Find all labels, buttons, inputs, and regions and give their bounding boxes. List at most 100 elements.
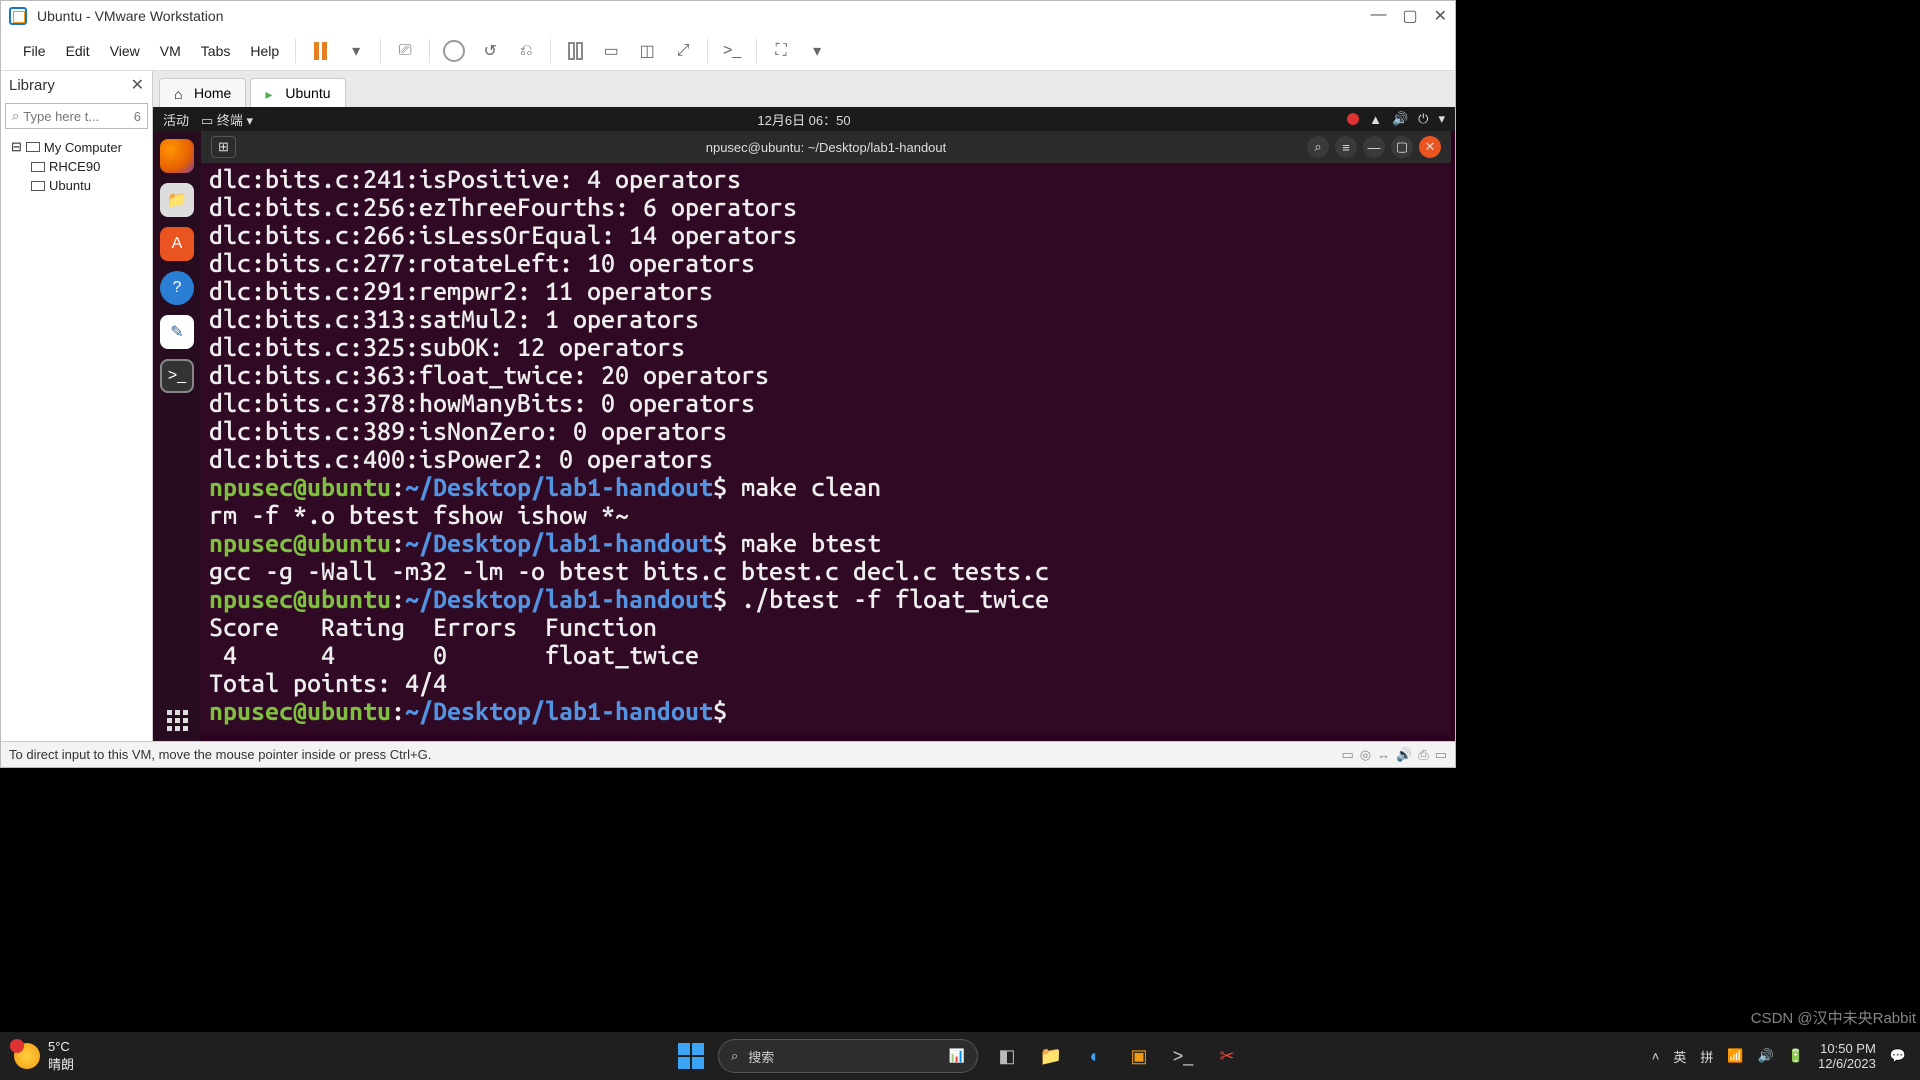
taskbar-taskview[interactable]: ◧ [992, 1041, 1022, 1071]
separator-icon [295, 39, 296, 63]
taskbar-search[interactable]: ⌕ 搜索 📊 [718, 1039, 978, 1073]
separator-icon [707, 39, 708, 63]
snapshot-revert-button[interactable]: ↺ [478, 39, 502, 63]
prompt-path: ~/Desktop/lab1-handout [405, 697, 713, 725]
terminal-maximize-button[interactable]: ▢ [1391, 136, 1413, 158]
dock-apps-grid[interactable] [167, 710, 188, 731]
vmware-titlebar: Ubuntu - VMware Workstation — ▢ ✕ [1, 1, 1455, 31]
taskbar-time: 10:50 PM [1818, 1041, 1876, 1056]
terminal-close-button[interactable]: ✕ [1419, 136, 1441, 158]
prompt-path: ~/Desktop/lab1-handout [405, 529, 713, 557]
dock-terminal[interactable]: >_ [160, 359, 194, 393]
dlc-line: dlc:bits.c:313:satMul2: 1 operators [209, 305, 699, 333]
taskbar-edge[interactable]: ◐ [1080, 1041, 1110, 1071]
device-display-icon[interactable]: ▭ [1435, 747, 1447, 763]
taskbar-search-placeholder: 搜索 [748, 1047, 774, 1066]
snapshot-button[interactable] [442, 39, 466, 63]
dock-files[interactable]: 📁 [160, 183, 194, 217]
cmd-prompt-button[interactable]: >_ [720, 39, 744, 63]
cmd1: make clean [741, 473, 881, 501]
tab-ubuntu-label: Ubuntu [285, 85, 330, 101]
menu-file[interactable]: File [13, 37, 56, 65]
minimize-icon[interactable]: — [1370, 6, 1386, 26]
dropdown-icon[interactable]: ▾ [805, 39, 829, 63]
notifications-icon[interactable]: 💬 [1890, 1048, 1906, 1064]
volume-icon[interactable]: 🔊 [1758, 1048, 1774, 1064]
maximize-icon[interactable]: ▢ [1402, 6, 1417, 26]
ime-method[interactable]: 拼 [1700, 1047, 1713, 1066]
tree-child-rhce90[interactable]: RHCE90 [7, 157, 146, 176]
taskbar-date: 12/6/2023 [1818, 1056, 1876, 1071]
send-ctrl-alt-del-button[interactable]: ⎚ [393, 39, 417, 63]
library-search[interactable]: ⌕ Type here t... 6 [5, 103, 148, 129]
menu-tabs[interactable]: Tabs [191, 37, 241, 65]
pause-button[interactable] [308, 39, 332, 63]
start-button[interactable] [678, 1043, 704, 1069]
gnome-activities[interactable]: 活动 [163, 110, 189, 129]
gnome-app-label[interactable]: 终端 [217, 113, 243, 128]
taskbar-terminal[interactable]: >_ [1168, 1041, 1198, 1071]
search-badge: 6 [134, 109, 141, 124]
out1: rm -f *.o btest fshow ishow *~ [209, 501, 629, 529]
device-sound-icon[interactable]: 🔊 [1396, 747, 1412, 763]
taskbar-weather[interactable]: 5°C 晴朗 [0, 1039, 88, 1073]
gnome-datetime[interactable]: 12月6日 06：50 [757, 110, 850, 129]
power-icon[interactable]: ⏻ [1418, 111, 1428, 127]
tray-chevron-icon[interactable]: ˄ [1652, 1049, 1660, 1064]
prompt-user: npusec@ubuntu [209, 585, 391, 613]
taskbar-snip[interactable]: ✂ [1212, 1041, 1242, 1071]
device-hdd-icon[interactable]: ▭ [1341, 747, 1353, 763]
taskbar-clock[interactable]: 10:50 PM 12/6/2023 [1818, 1041, 1876, 1071]
tree-root[interactable]: ⊟ My Computer [7, 137, 146, 157]
menu-edit[interactable]: Edit [56, 37, 100, 65]
device-net-icon[interactable]: ↔ [1377, 747, 1390, 763]
out2: gcc -g -Wall -m32 -lm -o btest bits.c bt… [209, 557, 1049, 585]
network-icon[interactable]: ▲ [1369, 112, 1382, 127]
chevron-down-icon[interactable]: ▾ [1438, 111, 1445, 127]
terminal-search-button[interactable]: ⌕ [1307, 136, 1329, 158]
window-title: Ubuntu - VMware Workstation [37, 8, 223, 24]
dlc-line: dlc:bits.c:400:isPower2: 0 operators [209, 445, 713, 473]
dropdown-icon[interactable]: ▾ [344, 39, 368, 63]
library-close-icon[interactable]: ✕ [131, 75, 144, 95]
dock-firefox[interactable] [160, 139, 194, 173]
gnome-topbar: 活动 ▭ 终端 ▾ 12月6日 06：50 ▲ 🔊 ⏻ ▾ [153, 107, 1455, 131]
vm-display[interactable]: 活动 ▭ 终端 ▾ 12月6日 06：50 ▲ 🔊 ⏻ ▾ 📁 A [153, 107, 1455, 741]
tab-ubuntu[interactable]: ▸ Ubuntu [250, 78, 345, 107]
close-icon[interactable]: ✕ [1434, 6, 1447, 26]
tab-home[interactable]: ⌂Home [159, 78, 246, 107]
snapshot-manager-button[interactable]: ⎌ [514, 39, 538, 63]
dock-gedit[interactable]: ✎ [160, 315, 194, 349]
dock-software[interactable]: A [160, 227, 194, 261]
taskbar-vmware[interactable]: ▣ [1124, 1041, 1154, 1071]
volume-icon[interactable]: 🔊 [1392, 111, 1408, 127]
device-cd-icon[interactable]: ◎ [1360, 747, 1371, 763]
dock-help[interactable]: ? [160, 271, 194, 305]
device-printer-icon[interactable]: ⎙ [1418, 747, 1428, 763]
taskbar-explorer[interactable]: 📁 [1036, 1041, 1066, 1071]
battery-icon[interactable]: 🔋 [1788, 1048, 1804, 1064]
tree-child-ubuntu[interactable]: Ubuntu [7, 176, 146, 195]
view-unity-button[interactable]: ◫ [635, 39, 659, 63]
wifi-icon[interactable]: 📶 [1727, 1048, 1743, 1064]
terminal-body[interactable]: dlc:bits.c:241:isPositive: 4 operators d… [201, 163, 1451, 735]
vm-tabs: ⌂Home ▸ Ubuntu [153, 71, 1455, 107]
dlc-line: dlc:bits.c:241:isPositive: 4 operators [209, 165, 741, 193]
vm-icon: ▸ [265, 86, 279, 100]
terminal-new-tab-button[interactable]: ⊞ [211, 136, 236, 158]
library-panel: Library ✕ ⌕ Type here t... 6 ⊟ My Comput… [1, 71, 153, 741]
btest-row: 4 4 0 float_twice [209, 641, 699, 669]
menu-view[interactable]: View [100, 37, 150, 65]
menu-help[interactable]: Help [240, 37, 289, 65]
view-single-button[interactable] [563, 39, 587, 63]
view-console-button[interactable]: ▭ [599, 39, 623, 63]
fullscreen-button[interactable]: ⛶ [769, 39, 793, 63]
terminal-minimize-button[interactable]: — [1363, 136, 1385, 158]
view-stretch-button[interactable]: ⤢ [671, 39, 695, 63]
menu-vm[interactable]: VM [150, 37, 191, 65]
ime-lang[interactable]: 英 [1673, 1047, 1686, 1066]
terminal-menu-button[interactable]: ≡ [1335, 136, 1357, 158]
dlc-line: dlc:bits.c:325:subOK: 12 operators [209, 333, 685, 361]
prompt-user: npusec@ubuntu [209, 529, 391, 557]
prompt-path: ~/Desktop/lab1-handout [405, 473, 713, 501]
